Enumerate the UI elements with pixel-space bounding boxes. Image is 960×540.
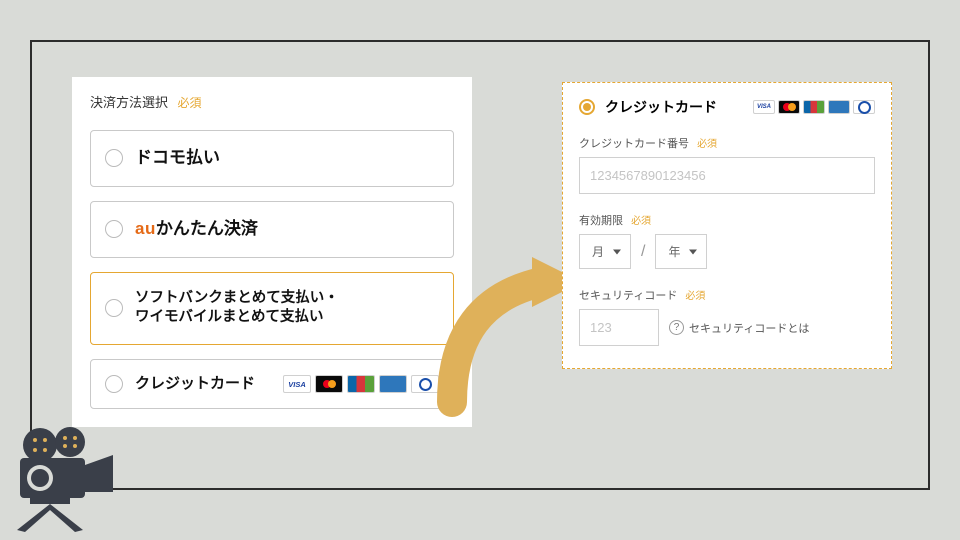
option-credit-card[interactable]: クレジットカード VISA xyxy=(90,359,454,409)
option-softbank[interactable]: ソフトバンクまとめて支払い・ ワイモバイルまとめて支払い xyxy=(90,272,454,345)
mastercard-icon xyxy=(315,375,343,393)
question-icon: ? xyxy=(669,320,684,335)
option-docomo[interactable]: ドコモ払い xyxy=(90,130,454,187)
separator: / xyxy=(641,243,645,261)
payment-options: ドコモ払い auかんたん決済 ソフトバンクまとめて支払い・ ワイモバイルまとめて… xyxy=(90,130,454,409)
credit-card-form: クレジットカード VISA クレジットカード番号 必須 有効期限 必須 月 xyxy=(562,82,892,369)
card-brand-icons: VISA xyxy=(283,375,439,393)
required-badge: 必須 xyxy=(177,96,201,110)
card-number-input[interactable] xyxy=(579,157,875,194)
jcb-icon xyxy=(803,100,825,114)
visa-icon: VISA xyxy=(753,100,775,114)
option-label: ソフトバンクまとめて支払い・ ワイモバイルまとめて支払い xyxy=(135,289,339,328)
security-code-field: セキュリティコード 必須 ? セキュリティコードとは xyxy=(579,287,875,346)
card-brand-icons: VISA xyxy=(753,100,875,114)
field-label: 有効期限 必須 xyxy=(579,212,875,228)
amex-icon xyxy=(828,100,850,114)
field-label: クレジットカード番号 必須 xyxy=(579,135,875,151)
radio-icon xyxy=(105,375,123,393)
form-header: クレジットカード VISA xyxy=(579,97,875,117)
form-title: クレジットカード xyxy=(605,97,717,117)
panel-heading: 決済方法選択 必須 xyxy=(90,92,454,112)
au-logo-text: au xyxy=(135,219,156,238)
radio-icon xyxy=(105,299,123,317)
expiry-year-select[interactable]: 年 xyxy=(655,234,707,269)
radio-icon xyxy=(105,149,123,167)
card-number-field: クレジットカード番号 必須 xyxy=(579,135,875,194)
field-label: セキュリティコード 必須 xyxy=(579,287,875,303)
diners-icon xyxy=(411,375,439,393)
option-label: ドコモ払い xyxy=(135,147,220,170)
option-au[interactable]: auかんたん決済 xyxy=(90,201,454,258)
diners-icon xyxy=(853,100,875,114)
payment-method-panel: 決済方法選択 必須 ドコモ払い auかんたん決済 ソフトバンクまとめて支払い・ … xyxy=(72,77,472,427)
radio-icon xyxy=(105,220,123,238)
radio-selected-icon xyxy=(579,99,595,115)
outer-frame: 決済方法選択 必須 ドコモ払い auかんたん決済 ソフトバンクまとめて支払い・ … xyxy=(30,40,930,490)
option-label: auかんたん決済 xyxy=(135,218,258,241)
visa-icon: VISA xyxy=(283,375,311,393)
security-help-link[interactable]: ? セキュリティコードとは xyxy=(669,320,809,336)
mastercard-icon xyxy=(778,100,800,114)
expiry-month-select[interactable]: 月 xyxy=(579,234,631,269)
security-code-input[interactable] xyxy=(579,309,659,346)
jcb-icon xyxy=(347,375,375,393)
panel-title: 決済方法選択 xyxy=(90,95,168,110)
option-label: クレジットカード xyxy=(135,374,255,394)
amex-icon xyxy=(379,375,407,393)
expiry-field: 有効期限 必須 月 / 年 xyxy=(579,212,875,269)
